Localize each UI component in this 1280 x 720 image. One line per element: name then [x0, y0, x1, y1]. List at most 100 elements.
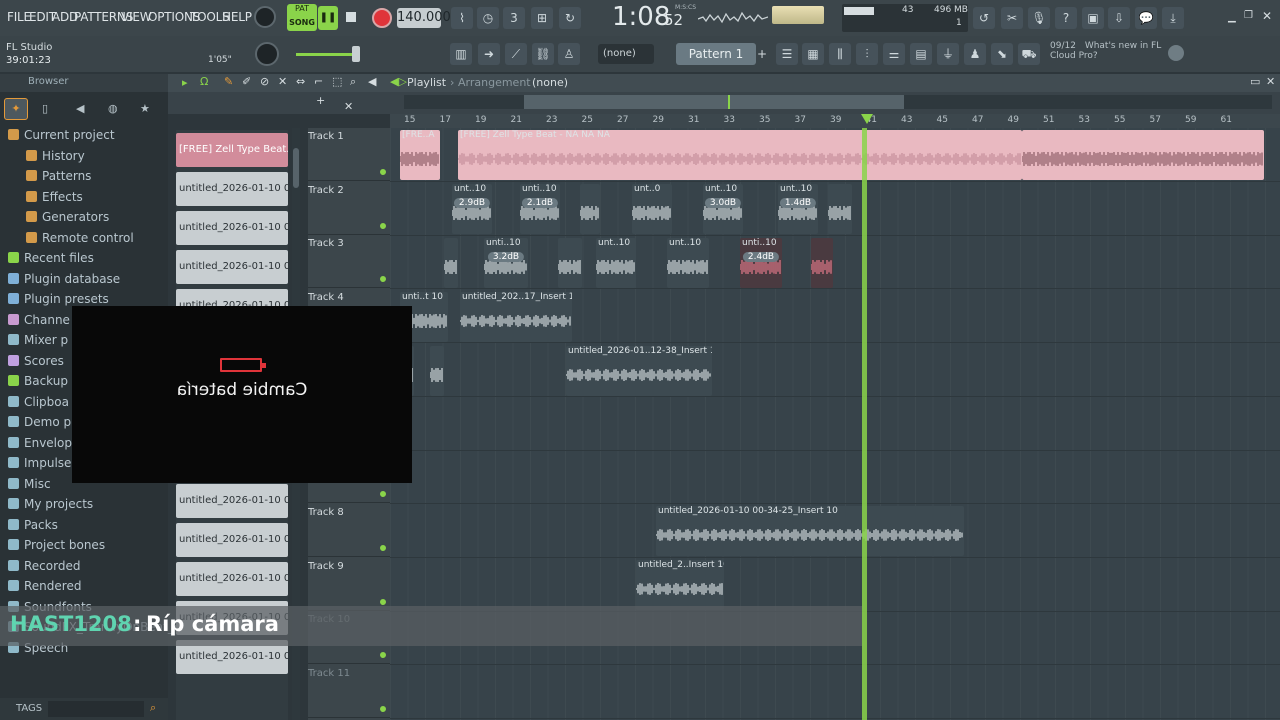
browser-item[interactable]: History: [26, 149, 85, 163]
timeline-ruler[interactable]: 15 17 19 21 23 25 27 29 31 33 35 37 39 41 43 45 47 49 51 53…: [390, 114, 1280, 128]
audio-clip[interactable]: unt..10 3.0dB: [703, 184, 743, 234]
save-icon[interactable]: ▣: [1082, 7, 1104, 29]
chat-icon[interactable]: 💬: [1135, 7, 1157, 29]
audio-clip[interactable]: unti..10 2.1dB: [520, 184, 560, 234]
track-header[interactable]: Track 1: [308, 128, 390, 181]
master-pitch-knob[interactable]: [255, 42, 279, 66]
browser-item[interactable]: Plugin presets: [8, 292, 109, 306]
browser-item[interactable]: Clipboa: [8, 395, 69, 409]
countdown-icon[interactable]: 3: [503, 7, 525, 29]
audio-clip[interactable]: unt..10: [667, 238, 709, 288]
browser-item[interactable]: Channe: [8, 313, 70, 327]
menu-view[interactable]: VIEW: [121, 10, 152, 24]
file-icon[interactable]: ▤: [910, 43, 932, 65]
browser-item[interactable]: Mixer p: [8, 333, 68, 347]
globe-icon[interactable]: [1168, 45, 1184, 61]
pattern-item[interactable]: untitled_2026-01-10 00-..: [176, 211, 288, 245]
cart-icon[interactable]: ⛟: [1018, 43, 1040, 65]
browser-item[interactable]: Patterns: [26, 169, 91, 183]
news-panel[interactable]: 09/12 What's new in FL Cloud Pro?: [1050, 41, 1161, 61]
pattern-item[interactable]: untitled_2026-01-10 00-..: [176, 172, 288, 206]
browser-item[interactable]: Misc: [8, 477, 51, 491]
track-row[interactable]: [390, 397, 1280, 451]
browser-all-icon[interactable]: ✦: [4, 98, 28, 120]
browser-item[interactable]: Remote control: [26, 231, 134, 245]
track-header[interactable]: Track 2: [308, 182, 390, 235]
browser-item[interactable]: Backup: [8, 374, 68, 388]
audio-clip[interactable]: [444, 238, 458, 288]
help-icon[interactable]: ?: [1055, 7, 1077, 29]
browser-item[interactable]: My projects: [8, 497, 93, 511]
draw-icon[interactable]: ⟋: [505, 43, 527, 65]
track-row[interactable]: [390, 450, 1280, 505]
playhead-marker[interactable]: [861, 114, 873, 124]
tags-input[interactable]: [48, 701, 144, 717]
audio-clip[interactable]: untitled_2026-01-10 00-34-25_Insert 10: [656, 506, 964, 556]
playlist-play-icon[interactable]: ◀▷: [390, 75, 407, 88]
channel-rack-icon[interactable]: ▦: [802, 43, 824, 65]
pattern-item[interactable]: [FREE] Zell Type Beat..: [176, 133, 288, 167]
playback-icon[interactable]: ◀: [368, 75, 376, 88]
browser-item[interactable]: Recorded: [8, 559, 80, 573]
audio-clip[interactable]: unt..0: [632, 184, 672, 234]
eq-icon[interactable]: ⫶: [856, 43, 878, 65]
link-icon[interactable]: ⛓: [532, 43, 554, 65]
track-row[interactable]: [390, 558, 1280, 612]
browser-item[interactable]: Recent files: [8, 251, 94, 265]
maximize-icon[interactable]: ❐: [1244, 10, 1253, 21]
track-row[interactable]: [390, 665, 1280, 719]
browser-item[interactable]: Project bones: [8, 538, 105, 552]
sliders-icon[interactable]: ⚌: [883, 43, 905, 65]
audio-clip[interactable]: untitled_2..Insert 10: [636, 560, 724, 610]
slice-icon[interactable]: ⌐: [314, 75, 323, 88]
pattern-item[interactable]: untitled_2026-01-10 00-..: [176, 562, 288, 596]
audio-clip[interactable]: [580, 184, 600, 234]
playlist-arrow-icon[interactable]: ▸: [182, 76, 188, 89]
add-track-icon[interactable]: +: [316, 94, 325, 107]
add-pattern-icon[interactable]: +: [757, 43, 769, 65]
menu-file[interactable]: FILE: [7, 10, 31, 24]
browser-item[interactable]: Packs: [8, 518, 58, 532]
audio-clip[interactable]: unti..10 3.2dB: [484, 238, 528, 288]
play-button[interactable]: ❚❚: [318, 6, 338, 30]
track-mute-led[interactable]: [380, 652, 386, 659]
mic-icon[interactable]: 🎙: [1028, 7, 1050, 29]
step-edit-icon[interactable]: ⊞: [531, 7, 553, 29]
select-icon[interactable]: ⬚: [332, 75, 342, 88]
delete-icon[interactable]: ⊘: [260, 75, 269, 88]
playlist-close-icon[interactable]: ✕: [1266, 75, 1275, 88]
browser-speaker-icon[interactable]: ◀: [76, 102, 84, 115]
track-header[interactable]: Track 11: [308, 665, 390, 718]
search-icon[interactable]: ⌕: [150, 701, 156, 715]
audio-clip[interactable]: [811, 238, 833, 288]
playlist-arrangement-select[interactable]: (none): [532, 76, 568, 89]
audio-clip[interactable]: [558, 238, 582, 288]
audio-clip[interactable]: untitled_2026-01..12-38_Insert 11: [566, 346, 712, 396]
tempo-display[interactable]: 140.000: [397, 8, 451, 28]
track-row[interactable]: [390, 343, 1280, 397]
remove-icon[interactable]: ✕: [344, 100, 353, 113]
browser-item[interactable]: Generators: [26, 210, 109, 224]
audio-clip[interactable]: [1022, 130, 1264, 180]
wait-input-icon[interactable]: ◷: [477, 7, 499, 29]
undo-icon[interactable]: ↺: [973, 7, 995, 29]
magnet-icon[interactable]: Ω: [200, 75, 208, 88]
render-icon[interactable]: ⇩: [1108, 7, 1130, 29]
browser-item[interactable]: Impulse: [8, 456, 71, 470]
people-icon[interactable]: ♟: [964, 43, 986, 65]
audio-clip[interactable]: unti..10 2.4dB: [740, 238, 782, 288]
cut-icon[interactable]: ✂: [1001, 7, 1023, 29]
track-mute-led[interactable]: [380, 276, 386, 283]
overview-scrollbar[interactable]: [404, 95, 1272, 109]
audio-clip[interactable]: [FREE] Zell Type Beat - NA NA NA: [458, 130, 1022, 180]
mute-icon[interactable]: ✕: [278, 75, 287, 88]
pencil-icon[interactable]: ✎: [224, 75, 233, 88]
browser-item[interactable]: Current project: [8, 128, 115, 142]
browser-web-icon[interactable]: ◍: [108, 102, 118, 115]
browser-item[interactable]: Rendered: [8, 579, 81, 593]
master-volume-slider[interactable]: [296, 53, 356, 56]
browser-item[interactable]: Scores: [8, 354, 64, 368]
track-mute-led[interactable]: [380, 222, 386, 229]
browser-star-icon[interactable]: ★: [140, 102, 150, 115]
browser-item[interactable]: Envelop: [8, 436, 72, 450]
